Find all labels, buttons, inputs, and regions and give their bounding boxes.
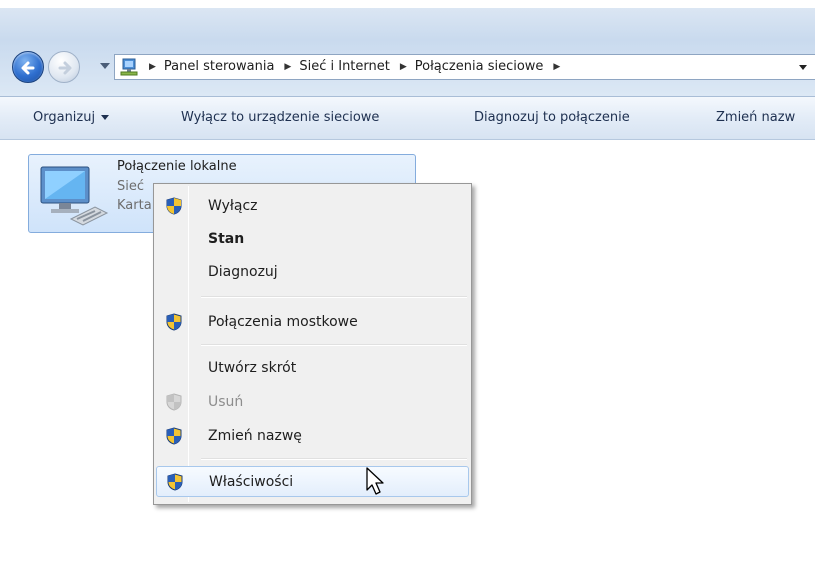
uac-shield-icon (166, 427, 182, 445)
uac-shield-icon (166, 197, 182, 215)
network-connections-icon (120, 58, 138, 76)
menu-separator (201, 296, 467, 298)
organize-label: Organizuj (33, 110, 96, 125)
uac-shield-icon (167, 473, 183, 491)
forward-button[interactable] (48, 51, 80, 83)
navigation-bar: ▶ Panel sterowania ▶ Sieć i Internet ▶ P… (0, 0, 815, 97)
connection-network: Sieć (117, 179, 145, 194)
menu-item-label: Wyłącz (208, 198, 258, 214)
breadcrumb-item[interactable]: Połączenia sieciowe (415, 59, 544, 74)
menu-item-label: Usuń (208, 394, 244, 410)
menu-item-label: Połączenia mostkowe (208, 314, 358, 330)
menu-item-label: Diagnozuj (208, 264, 278, 280)
menu-separator (201, 344, 467, 346)
connection-adapter: Karta (117, 198, 152, 213)
breadcrumb-separator-icon[interactable]: ▶ (149, 62, 156, 72)
breadcrumb: ▶ Panel sterowania ▶ Sieć i Internet ▶ P… (149, 59, 568, 74)
forward-arrow-icon (58, 61, 72, 75)
menu-item-status[interactable]: Stan (156, 225, 469, 253)
menu-item-properties[interactable]: Właściwości (156, 466, 469, 497)
breadcrumb-item[interactable]: Panel sterowania (164, 59, 275, 74)
rename-connection-button[interactable]: Zmień nazw (716, 110, 795, 125)
network-adapter-icon (40, 166, 109, 226)
chevron-down-icon (101, 115, 110, 120)
disable-device-button[interactable]: Wyłącz to urządzenie sieciowe (181, 110, 379, 125)
menu-item-delete: Usuń (156, 388, 469, 416)
organize-menu-button[interactable]: Organizuj (33, 110, 110, 125)
connection-name: Połączenie lokalne (117, 159, 237, 174)
address-history-dropdown-icon[interactable] (799, 65, 807, 70)
breadcrumb-separator-icon[interactable]: ▶ (400, 62, 407, 72)
mouse-pointer-icon (366, 467, 384, 495)
uac-shield-icon (166, 313, 182, 331)
back-arrow-icon (21, 61, 35, 75)
menu-item-rename[interactable]: Zmień nazwę (156, 422, 469, 450)
uac-shield-icon (166, 393, 182, 411)
menu-item-label: Stan (208, 231, 245, 247)
menu-item-label: Zmień nazwę (208, 428, 302, 444)
diagnose-connection-button[interactable]: Diagnozuj to połączenie (474, 110, 630, 125)
menu-item-label: Utwórz skrót (208, 360, 297, 376)
breadcrumb-separator-icon[interactable]: ▶ (284, 62, 291, 72)
menu-item-bridge[interactable]: Połączenia mostkowe (156, 308, 469, 336)
address-bar[interactable]: ▶ Panel sterowania ▶ Sieć i Internet ▶ P… (114, 54, 815, 80)
menu-separator (201, 458, 467, 460)
menu-item-disable[interactable]: Wyłącz (156, 192, 469, 220)
command-toolbar: Organizuj Wyłącz to urządzenie sieciowe … (0, 97, 815, 140)
context-menu: Wyłącz Stan Diagnozuj Połączenia mostkow… (153, 183, 472, 505)
breadcrumb-item[interactable]: Sieć i Internet (299, 59, 390, 74)
menu-item-label: Właściwości (209, 474, 294, 490)
breadcrumb-separator-icon[interactable]: ▶ (553, 62, 560, 72)
menu-item-create-shortcut[interactable]: Utwórz skrót (156, 354, 469, 382)
menu-item-diagnose[interactable]: Diagnozuj (156, 258, 469, 286)
back-button[interactable] (12, 51, 44, 83)
recent-pages-dropdown[interactable] (100, 63, 110, 69)
